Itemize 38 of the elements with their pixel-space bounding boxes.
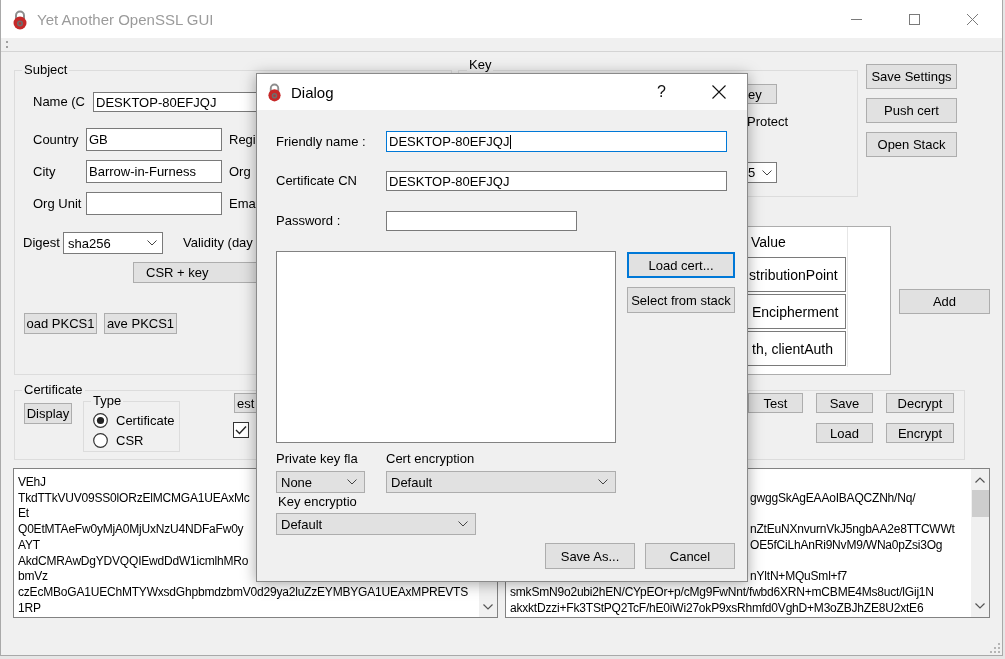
text-line: Q0EtMTAeFw0yMjA0MjUxNzU4NDFaFw0y <box>18 522 244 538</box>
text-line: TkdTTkVUV09SS0lORzElMCMGA1UEAxMc <box>18 490 250 507</box>
text-line: VEhJ <box>18 475 46 491</box>
field-label: Digest <box>23 235 61 251</box>
field-label: Name (C <box>33 94 86 110</box>
text-line: AYT <box>18 537 40 554</box>
option-label: Protect <box>747 114 789 130</box>
text-line: AkdCMRAwDgYDVQQIEwdDdW1icmlhMRo <box>18 553 249 570</box>
field-label: Password : <box>276 213 342 229</box>
field-label: Ema <box>229 195 256 212</box>
text-line: bmVz <box>18 569 48 585</box>
group-title: Type <box>93 393 122 408</box>
field-label: Certificate CN <box>276 173 358 189</box>
group-title: Key <box>469 57 492 72</box>
field-label: Friendly name : <box>276 133 367 150</box>
field-label: Validity (day <box>183 235 253 251</box>
text-line: nZtEuNXnvurnVkJ5ngbAA2e8TTCWWt <box>750 522 955 538</box>
field-label: Country <box>33 131 80 148</box>
group-title: Certificate <box>24 382 83 397</box>
dialog-title: Dialog <box>291 83 334 101</box>
field-label: Key encryptio <box>278 494 357 510</box>
field-label: Regi <box>229 131 256 148</box>
text-line: akxktDzzi+Fk3TStPQ2TcF/hE0iWi27okP9xsRhmfd0VghD+M3oZBJhZE8U2xtE6 <box>510 600 924 617</box>
text-line: 1RP <box>18 600 41 617</box>
field-label: Private key fla <box>276 451 359 467</box>
field-label: City <box>33 163 57 180</box>
group-title: Subject <box>24 62 68 77</box>
column-header: Value <box>750 233 787 252</box>
field-label: Org Unit <box>33 195 83 212</box>
field-label: Cert encryption <box>386 451 475 467</box>
text-line: smkSmN9o2ubi2hEN/CYpEOr+p/cMg9FwNnt/fwbd6XRN+mCBME4Ms8uct/lGij1N <box>510 584 934 601</box>
text-line: OE5fCiLhAnRi9NvM9/WNa0pZsi3Og <box>750 537 943 554</box>
window-title: Yet Another OpenSSL GUI <box>37 10 214 28</box>
field-label: Org <box>229 163 251 180</box>
text-line: nYltN+MQuSml+f7 <box>750 569 848 585</box>
text-line: czEcMBoGA1UEChMTYWxsdGhpbmdzbmV0d29ya2luZzEYMBYGA1UEAxMPREVTS <box>18 584 468 601</box>
text-line: Et <box>18 506 29 523</box>
text-line: gwggSkAgEAAoIBAQCZNh/Nq/ <box>750 490 916 507</box>
